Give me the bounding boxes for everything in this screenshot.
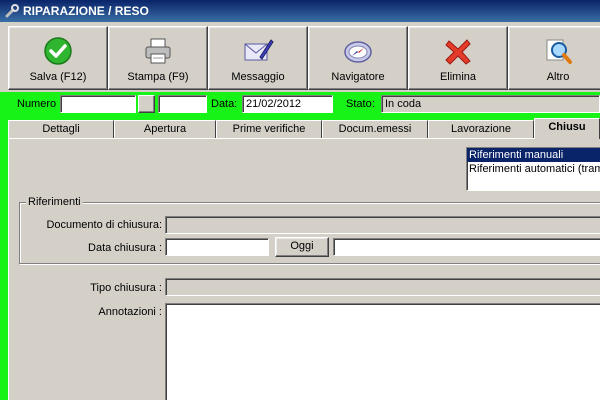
tab-panel-chiusura: Riferimenti manuali Riferimenti automati… [8,138,600,400]
more-button[interactable]: Altro [508,26,600,90]
data-chiusura-extra-field[interactable] [333,238,600,256]
delete-button-label: Elimina [439,71,477,83]
wrench-icon [5,4,19,18]
data-chiusura-label: Data chiusura : [88,242,162,254]
annotazioni-textarea[interactable] [165,303,600,400]
envelope-pen-icon [244,39,274,61]
tipo-chiusura-field [165,278,600,296]
numero-lookup-button[interactable] [138,95,155,113]
list-item[interactable]: Riferimenti automatici (tramit [467,162,600,176]
tab-apertura[interactable]: Apertura [114,120,216,138]
magnifier-icon [546,39,572,64]
save-button[interactable]: Salva (F12) [8,26,108,90]
stato-label: Stato [346,98,372,110]
tab-docum-emessi[interactable]: Docum.emessi [322,120,428,138]
tab-prime-verifiche[interactable]: Prime verifiche [216,120,322,138]
documento-chiusura-label: Documento di chiusura: [46,219,162,231]
printer-icon [145,38,171,64]
navigator-button[interactable]: Navigatore [308,26,408,90]
data-chiusura-field[interactable] [165,238,269,256]
data-label-colon: : [234,98,238,110]
tipo-chiusura-label: Tipo chiusura : [90,282,162,294]
data-label: Data [211,98,235,110]
title-bar: RIPARAZIONE / RESO [0,0,600,22]
tab-dettagli[interactable]: Dettagli [8,120,114,138]
numero-label: Numero [17,98,57,110]
tab-strip: Dettagli Apertura Prime verifiche Docum.… [0,118,600,139]
riferimenti-type-list[interactable]: Riferimenti manuali Riferimenti automati… [466,147,600,191]
delete-x-icon [445,39,471,65]
navigator-button-label: Navigatore [331,71,385,83]
numero-suffix-field[interactable] [158,95,207,113]
delete-button[interactable]: Elimina [408,26,508,90]
more-button-label: Altro [546,71,570,83]
annotazioni-label: Annotazioni : [98,306,162,318]
toolbar: Salva (F12) Stampa (F9) Messaggio Naviga… [0,22,600,92]
stato-field: In coda [381,95,600,113]
window-title: RIPARAZIONE / RESO [23,4,149,18]
tab-lavorazione[interactable]: Lavorazione [428,120,534,138]
message-button[interactable]: Messaggio [208,26,308,90]
check-icon [44,37,72,65]
print-button[interactable]: Stampa (F9) [108,26,208,90]
print-button-label: Stampa (F9) [127,71,189,83]
stato-label-colon: : [372,98,376,110]
data-field[interactable]: 21/02/2012 [242,95,333,113]
compass-icon [344,41,372,63]
message-button-label: Messaggio [231,71,285,83]
riferimenti-group-title: Riferimenti [26,196,83,208]
documento-chiusura-field [165,216,600,234]
numero-field[interactable] [60,95,136,113]
header-row: Numero Data : 21/02/2012 Stato : In coda [0,92,600,118]
oggi-button[interactable]: Oggi [275,237,329,257]
save-button-label: Salva (F12) [29,71,87,83]
tab-chiusura[interactable]: Chiusu [534,118,600,139]
list-item[interactable]: Riferimenti manuali [467,148,600,162]
